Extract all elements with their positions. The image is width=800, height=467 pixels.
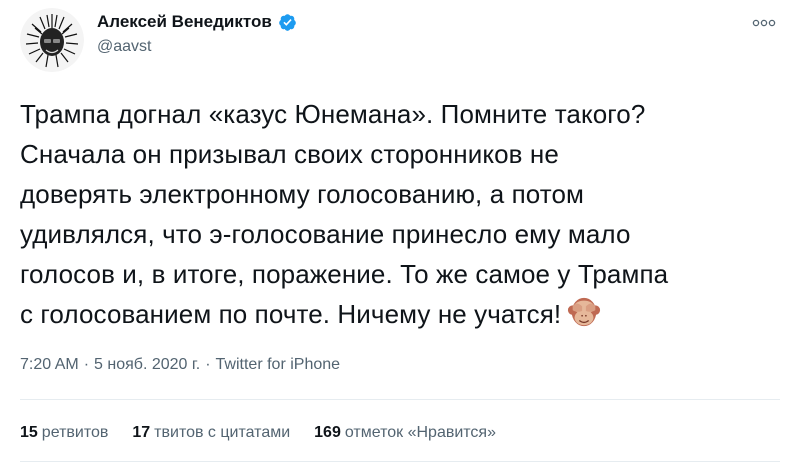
divider <box>20 461 780 462</box>
retweets-count: 15 <box>20 424 38 441</box>
tweet-text-line: Сначала он призывал своих сторонников не <box>20 139 559 169</box>
retweets-label: ретвитов <box>41 424 109 441</box>
tweet-text: Трампа догнал «казус Юнемана». Помните т… <box>20 94 790 334</box>
tweet-time[interactable]: 7:20 AM <box>20 356 79 373</box>
quotes-count: 17 <box>132 424 151 441</box>
tweet-date[interactable]: 5 нояб. 2020 г. <box>94 356 200 373</box>
verified-badge-icon <box>279 13 296 31</box>
tweet-meta: 7:20 AM · 5 нояб. 2020 г. · Twitter for iPho… <box>20 356 340 374</box>
tweet-stats: 15 ретвитов 17 твитов с цитатами 169 отмето… <box>20 424 496 442</box>
retweets-stat[interactable]: 15 ретвитов <box>20 424 108 442</box>
author-display-name[interactable]: Алексей Венедиктов <box>97 12 272 32</box>
author-name-row[interactable]: Алексей Венедиктов <box>97 12 297 32</box>
tweet-text-line: удивлялся, что э-голосование принесло ем… <box>20 219 631 249</box>
author-handle[interactable]: @aavst <box>97 38 151 56</box>
tweet-source-link[interactable]: Twitter for iPhone <box>216 356 341 373</box>
avatar[interactable] <box>20 8 84 72</box>
tweet-text-line: с голосованием по почте. Ничему не учатс… <box>20 299 562 329</box>
avatar-portrait <box>20 8 84 72</box>
likes-label: отметок «Нравится» <box>344 424 496 441</box>
tweet-text-last-line: с голосованием по почте. Ничему не учатс… <box>20 294 790 334</box>
meta-separator: · <box>83 356 90 373</box>
divider <box>20 399 780 400</box>
likes-count: 169 <box>314 424 341 441</box>
quotes-label: твитов с цитатами <box>154 424 291 441</box>
likes-stat[interactable]: 169 отметок «Нравится» <box>314 424 496 442</box>
see-no-evil-monkey-icon <box>568 297 601 327</box>
more-options-icon[interactable] <box>750 14 778 32</box>
quote-tweets-stat[interactable]: 17 твитов с цитатами <box>132 424 290 442</box>
tweet-card: Алексей Венедиктов @aavst Трампа догнал … <box>0 0 800 467</box>
tweet-text-line: доверять электронному голосованию, а пот… <box>20 179 585 209</box>
tweet-text-line: Трампа догнал «казус Юнемана». Помните т… <box>20 99 646 129</box>
tweet-text-line: голосов и, в итоге, поражение. То же сам… <box>20 259 669 289</box>
meta-separator: · <box>205 356 211 373</box>
